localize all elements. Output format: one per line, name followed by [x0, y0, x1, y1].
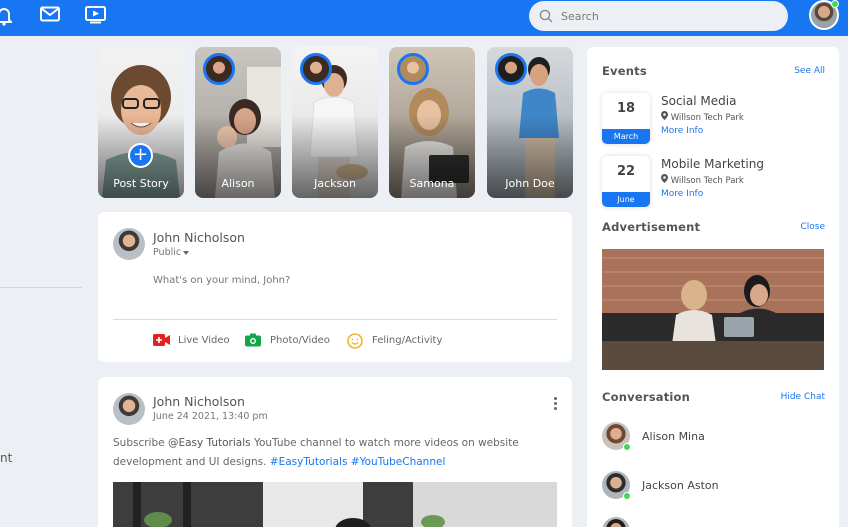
- event-date-badge: 18 March: [602, 93, 650, 144]
- contact-avatar[interactable]: [602, 517, 630, 527]
- left-sidebar-text[interactable]: nt: [0, 451, 12, 465]
- story-card-jackson[interactable]: Jackson: [292, 47, 378, 198]
- online-indicator: [831, 0, 839, 8]
- story-label: Post Story: [113, 177, 169, 190]
- event-more-info-link[interactable]: More Info: [661, 189, 703, 199]
- event-title[interactable]: Mobile Marketing: [661, 157, 764, 171]
- event-title[interactable]: Social Media: [661, 94, 736, 108]
- location-pin-icon: [661, 174, 668, 183]
- online-indicator: [623, 492, 631, 500]
- composer-user-name[interactable]: John Nicholson: [153, 230, 245, 245]
- bell-icon[interactable]: [0, 6, 18, 28]
- smile-icon: [347, 333, 364, 349]
- story-label: Samona: [409, 177, 455, 190]
- live-video-icon: [153, 333, 170, 347]
- events-title: Events: [602, 64, 647, 78]
- left-sidebar-divider: [0, 287, 82, 288]
- live-video-label: Live Video: [178, 334, 230, 346]
- contact-name[interactable]: Alison Mina: [642, 430, 705, 443]
- story-card-samona[interactable]: Samona: [389, 47, 475, 198]
- mail-icon[interactable]: [40, 6, 62, 28]
- conversation-title: Conversation: [602, 390, 691, 404]
- search-icon: [539, 9, 553, 23]
- privacy-selector[interactable]: Public: [153, 247, 190, 258]
- event-more-info-link[interactable]: More Info: [661, 126, 703, 136]
- advertisement-image[interactable]: [602, 249, 824, 370]
- add-story-icon[interactable]: +: [128, 143, 153, 168]
- post-composer: John Nicholson Public Live Video Photo/V…: [98, 212, 572, 362]
- feeling-activity-label: Feling/Activity: [372, 334, 443, 346]
- see-all-link[interactable]: See All: [794, 66, 825, 76]
- right-sidebar: Events See All 18 March Social Media Wil…: [587, 47, 839, 527]
- post-image[interactable]: [113, 482, 557, 527]
- close-ad-link[interactable]: Close: [800, 222, 825, 232]
- photo-video-label: Photo/Video: [270, 334, 330, 346]
- post-text-input[interactable]: [153, 275, 453, 286]
- feed-post: John Nicholson June 24 2021, 13:40 pm Su…: [98, 377, 572, 527]
- hashtag-link[interactable]: #EasyTutorials: [270, 456, 348, 468]
- story-card-john-doe[interactable]: John Doe: [487, 47, 573, 198]
- story-card-post-story[interactable]: + Post Story: [98, 47, 184, 198]
- post-timestamp: June 24 2021, 13:40 pm: [153, 411, 268, 422]
- feeling-activity-button[interactable]: Feling/Activity: [347, 331, 442, 349]
- post-author-avatar[interactable]: [113, 393, 145, 425]
- camera-icon: [245, 333, 262, 347]
- hide-chat-link[interactable]: Hide Chat: [781, 392, 825, 402]
- location-pin-icon: [661, 111, 668, 120]
- story-label: John Doe: [505, 177, 555, 190]
- post-body: Subscribe @Easy Tutorials YouTube channe…: [113, 437, 519, 468]
- story-avatar: [203, 53, 235, 85]
- search-input[interactable]: [561, 7, 771, 25]
- story-avatar: [495, 53, 527, 85]
- top-navbar: [0, 0, 848, 36]
- event-date-badge: 22 June: [602, 156, 650, 207]
- divider: [113, 319, 557, 320]
- live-video-button[interactable]: Live Video: [153, 331, 230, 349]
- contact-name[interactable]: Jackson Aston: [642, 479, 719, 492]
- online-indicator: [623, 443, 631, 451]
- search-bar[interactable]: [529, 1, 788, 31]
- hashtag-link[interactable]: #YouTubeChannel: [351, 456, 446, 468]
- mention-link[interactable]: @Easy Tutorials: [168, 437, 251, 449]
- photo-video-button[interactable]: Photo/Video: [245, 331, 330, 349]
- chevron-down-icon: [183, 250, 190, 255]
- story-label: Jackson: [314, 177, 356, 190]
- story-card-alison[interactable]: Alison: [195, 47, 281, 198]
- story-avatar: [300, 53, 332, 85]
- privacy-label: Public: [153, 247, 182, 258]
- video-icon[interactable]: [85, 6, 107, 28]
- advertisement-title: Advertisement: [602, 220, 701, 234]
- story-avatar: [397, 53, 429, 85]
- story-label: Alison: [221, 177, 255, 190]
- post-author-name[interactable]: John Nicholson: [153, 394, 245, 409]
- more-options-icon[interactable]: [554, 397, 558, 411]
- composer-avatar[interactable]: [113, 228, 145, 260]
- event-location: Willson Tech Park: [661, 111, 744, 123]
- event-location: Willson Tech Park: [661, 174, 744, 186]
